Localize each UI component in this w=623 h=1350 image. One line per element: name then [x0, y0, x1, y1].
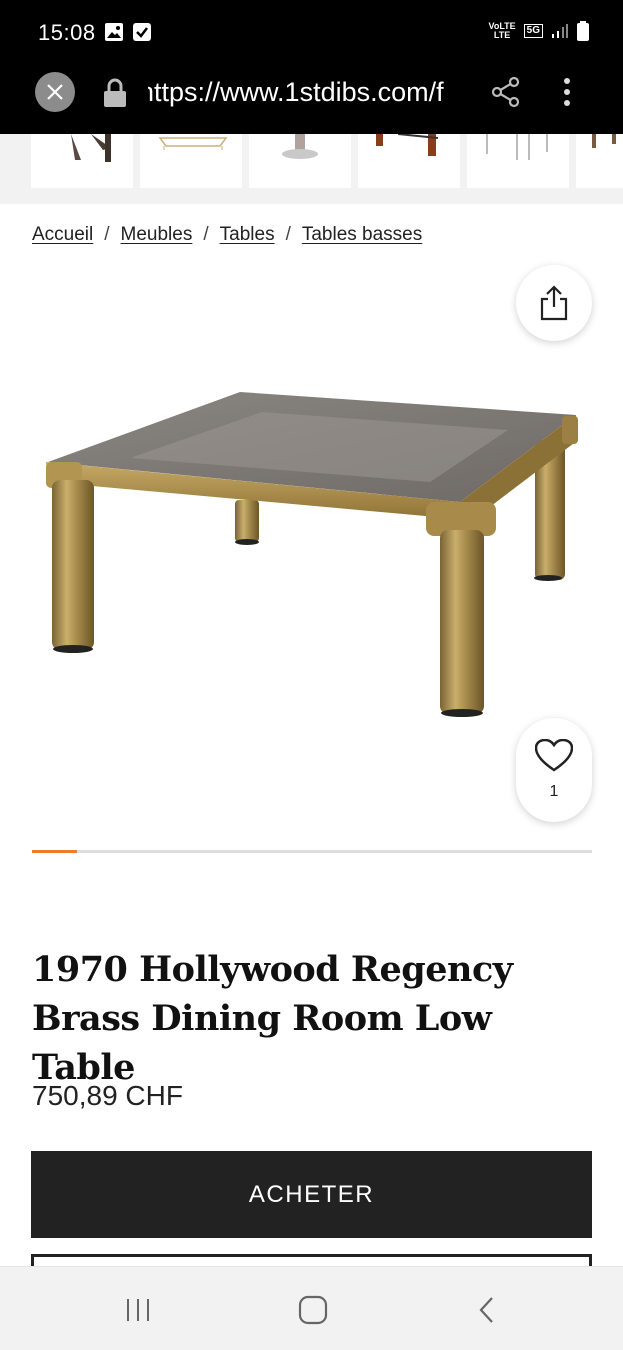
product-image[interactable] [30, 370, 600, 730]
favorite-count: 1 [549, 783, 559, 800]
recent-apps-icon[interactable] [122, 1295, 156, 1325]
status-time: 15:08 [38, 20, 96, 45]
status-bar: 15:08 VoLTE LTE 5G [0, 0, 623, 64]
network-type-badge: 5G [523, 24, 543, 38]
breadcrumb-separator: / [104, 224, 110, 245]
url-field[interactable]: https://www.1stdibs.com/f [148, 77, 464, 108]
check-notification-icon [133, 23, 151, 41]
breadcrumb-link-home[interactable]: Accueil [32, 224, 93, 246]
thumbnail-image [158, 137, 228, 150]
share-icon[interactable] [490, 76, 522, 108]
breadcrumb-link-tables[interactable]: Tables [220, 224, 275, 246]
thumbnail-image [486, 134, 548, 160]
browser-toolbar: https://www.1stdibs.com/f [0, 64, 623, 134]
thumbnail-strip [0, 134, 623, 204]
thumbnail-item[interactable] [576, 134, 623, 188]
share-button[interactable] [516, 265, 592, 341]
volte-indicator: VoLTE LTE [488, 21, 516, 40]
more-vert-icon[interactable] [555, 76, 579, 108]
favorite-button[interactable]: 1 [516, 718, 592, 822]
thumbnail-image [282, 134, 318, 159]
thumbnail-item[interactable] [358, 134, 460, 188]
thumbnail-item[interactable] [249, 134, 351, 188]
thumbnail-item[interactable] [467, 134, 569, 188]
carousel-progress-indicator [32, 850, 77, 853]
product-price: 750,89 CHF [32, 1080, 183, 1111]
signal-icon [552, 24, 568, 38]
thumbnail-image [376, 134, 439, 156]
breadcrumb-link-coffee-tables[interactable]: Tables basses [302, 224, 422, 246]
thumbnail-image [71, 134, 111, 162]
system-nav-bar [0, 1266, 623, 1350]
battery-icon [577, 21, 589, 41]
carousel-progress-track [32, 850, 592, 853]
thumbnail-item[interactable] [31, 134, 133, 188]
lock-icon [104, 78, 126, 107]
product-title: 1970 Hollywood Regency Brass Dining Room… [32, 949, 513, 1088]
breadcrumb-separator: / [203, 224, 209, 245]
close-icon [47, 84, 63, 100]
breadcrumb: Accueil / Meubles / Tables / Tables bass… [32, 224, 422, 246]
breadcrumb-separator: / [285, 224, 291, 245]
buy-button[interactable]: ACHETER [31, 1151, 592, 1238]
thumbnail-image [592, 134, 616, 148]
breadcrumb-link-furniture[interactable]: Meubles [121, 224, 193, 246]
share-upload-icon [540, 285, 568, 321]
home-icon[interactable] [296, 1295, 330, 1325]
thumbnail-item[interactable] [140, 134, 242, 188]
status-indicators: VoLTE LTE 5G [488, 21, 589, 41]
gallery-notification-icon [105, 23, 123, 41]
back-icon[interactable] [472, 1295, 506, 1325]
close-tab-button[interactable] [35, 72, 75, 112]
heart-icon [535, 739, 573, 772]
